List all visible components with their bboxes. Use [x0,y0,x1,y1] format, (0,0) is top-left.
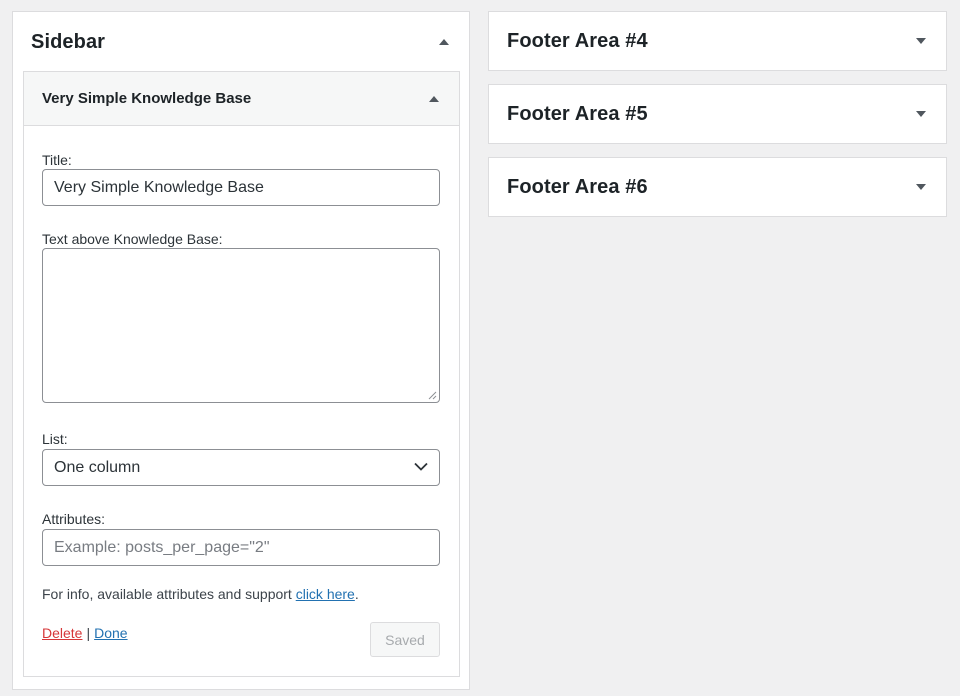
footer-area-title: Footer Area #6 [507,175,648,198]
footer-area-title: Footer Area #5 [507,102,648,125]
footer-area-4[interactable]: Footer Area #4 [488,11,947,71]
attributes-placeholder: Example: posts_per_page="2" [54,538,270,556]
footer-area-header[interactable]: Footer Area #5 [489,85,946,143]
footer-area-6[interactable]: Footer Area #6 [488,157,947,217]
widget-header[interactable]: Very Simple Knowledge Base [24,72,459,126]
title-input-value: Very Simple Knowledge Base [54,178,264,196]
footer-area-5[interactable]: Footer Area #5 [488,84,947,144]
text-above-label: Text above Knowledge Base: [42,231,223,247]
footer-area-title: Footer Area #4 [507,29,648,52]
attributes-label: Attributes: [42,511,106,527]
arrow-down-icon[interactable] [916,111,926,117]
info-text-body: For info, available attributes and suppo… [42,586,296,602]
sidebar-area-header[interactable]: Sidebar [13,12,469,72]
widget-actions: Delete | Done [42,625,128,641]
text-above-textarea[interactable] [42,248,440,403]
list-select[interactable]: One column [42,449,440,486]
title-input[interactable]: Very Simple Knowledge Base [42,169,440,206]
delete-link[interactable]: Delete [42,625,82,641]
resize-handle-icon[interactable] [428,391,437,400]
footer-area-header[interactable]: Footer Area #6 [489,158,946,216]
footer-area-header[interactable]: Footer Area #4 [489,12,946,70]
sidebar-area-title: Sidebar [31,30,106,53]
list-label: List: [42,431,68,447]
attributes-input[interactable]: Example: posts_per_page="2" [42,529,440,566]
arrow-up-icon[interactable] [429,95,439,102]
info-text-end: . [354,586,359,602]
action-separator: | [86,625,91,641]
chevron-down-icon [414,462,428,471]
arrow-up-icon[interactable] [439,39,449,45]
list-select-value: One column [54,458,141,476]
title-label: Title: [42,152,72,168]
sidebar-widget-area: Sidebar Very Simple Knowledge Base Title… [12,11,470,690]
click-here-link[interactable]: click here [296,586,355,602]
arrow-down-icon[interactable] [916,184,926,190]
knowledge-base-widget: Very Simple Knowledge Base Title: Very S… [23,71,460,677]
widget-title: Very Simple Knowledge Base [42,90,252,107]
saved-button[interactable]: Saved [370,622,440,657]
done-link[interactable]: Done [94,625,127,641]
arrow-down-icon[interactable] [916,38,926,44]
info-text: For info, available attributes and suppo… [42,586,359,602]
